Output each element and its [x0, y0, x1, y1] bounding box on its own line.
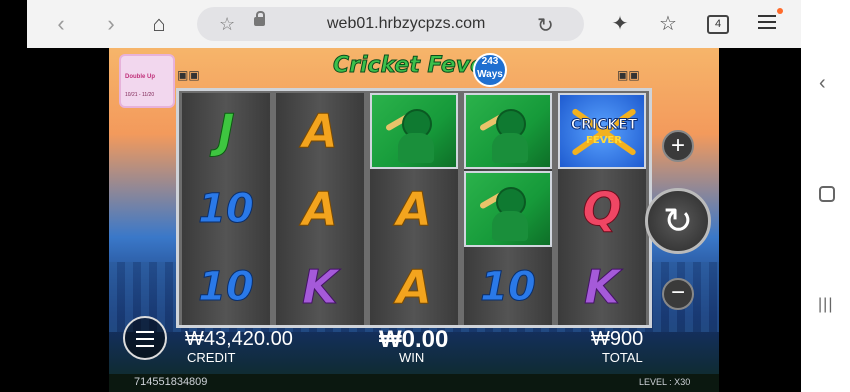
- symbol-scatter: CRICKET FEVER: [558, 93, 646, 169]
- home-icon[interactable]: ⌂: [147, 12, 171, 36]
- reload-icon[interactable]: ↻: [537, 13, 554, 38]
- system-recents-icon[interactable]: |||: [818, 296, 833, 314]
- browser-toolbar: ‹ › ⌂ ☆ web01.hrbzycpzs.com ↻ ✦ ☆ 4: [27, 0, 801, 48]
- bookmark-star-icon[interactable]: ☆: [219, 14, 235, 35]
- forward-icon[interactable]: ›: [99, 12, 123, 36]
- promo-banner[interactable]: Double Up 10/21 - 11/20: [119, 54, 175, 108]
- level-indicator: LEVEL : X30: [639, 377, 691, 387]
- symbol-q: Q: [582, 182, 622, 237]
- symbol-10: 10: [198, 186, 255, 233]
- symbol-a: A: [302, 104, 339, 159]
- hud: ₩43,420.00 CREDIT ₩0.00 WIN ₩900 TOTAL: [109, 326, 719, 368]
- symbol-a: A: [396, 182, 433, 237]
- tabs-button[interactable]: 4: [707, 15, 729, 34]
- reel-grid: J 10 10 A A K A A 10 CRICKET FEVER Q K: [176, 88, 652, 328]
- back-icon[interactable]: ‹: [49, 12, 73, 36]
- system-home-icon[interactable]: [819, 186, 835, 202]
- credit-label: CREDIT: [187, 350, 236, 365]
- url-text[interactable]: web01.hrbzycpzs.com: [327, 15, 485, 33]
- symbol-batsman: [464, 171, 552, 247]
- bet-decrease-button[interactable]: −: [662, 278, 694, 310]
- promo-line2: 10/21 - 11/20: [125, 92, 155, 98]
- symbol-batsman: [464, 93, 552, 169]
- symbol-k: K: [302, 260, 339, 315]
- reel-5: CRICKET FEVER Q K: [558, 93, 646, 325]
- system-back-icon[interactable]: ‹: [819, 72, 826, 95]
- favorites-icon[interactable]: ☆: [655, 11, 681, 36]
- symbol-j: J: [217, 104, 235, 159]
- reel-2: A A K: [276, 93, 364, 325]
- ways-badge: 243 Ways: [473, 53, 507, 87]
- total-bet-label: TOTAL: [602, 350, 643, 365]
- bet-increase-button[interactable]: +: [662, 130, 694, 162]
- lock-icon: [254, 11, 265, 26]
- speaker-icon-left: ▣▣: [177, 68, 200, 82]
- symbol-a: A: [396, 260, 433, 315]
- symbol-k: K: [584, 260, 621, 315]
- spin-button[interactable]: ↻: [645, 188, 711, 254]
- promo-line1: Double Up: [125, 74, 155, 80]
- menu-icon[interactable]: [758, 15, 776, 29]
- notification-dot: [777, 8, 783, 14]
- symbol-10: 10: [198, 264, 255, 311]
- total-bet-value[interactable]: ₩900: [591, 328, 643, 351]
- symbol-batsman: [370, 93, 458, 169]
- slot-game: Double Up 10/21 - 11/20 ▣▣ ▣▣ Cricket Fe…: [109, 48, 719, 392]
- win-label: WIN: [399, 350, 425, 365]
- scatter-line1: CRICKET: [570, 117, 638, 134]
- session-id: 714551834809: [134, 376, 208, 388]
- reel-1: J 10 10: [182, 93, 270, 325]
- game-footer: 714551834809 LEVEL : X30: [109, 374, 719, 392]
- game-title: Cricket Fever: [333, 53, 497, 79]
- address-bar[interactable]: ☆ web01.hrbzycpzs.com ↻: [197, 7, 584, 41]
- game-logo: Cricket Fever 243 Ways: [333, 51, 507, 87]
- symbol-10: 10: [480, 264, 537, 311]
- symbol-a: A: [302, 182, 339, 237]
- scatter-line2: FEVER: [586, 135, 622, 146]
- sparkle-icon[interactable]: ✦: [607, 11, 633, 36]
- system-nav-bar: ‹ |||: [801, 0, 850, 392]
- reel-4: 10: [464, 93, 552, 325]
- speaker-icon-right: ▣▣: [617, 68, 640, 82]
- reel-3: A A: [370, 93, 458, 325]
- credit-value: ₩43,420.00: [185, 328, 293, 350]
